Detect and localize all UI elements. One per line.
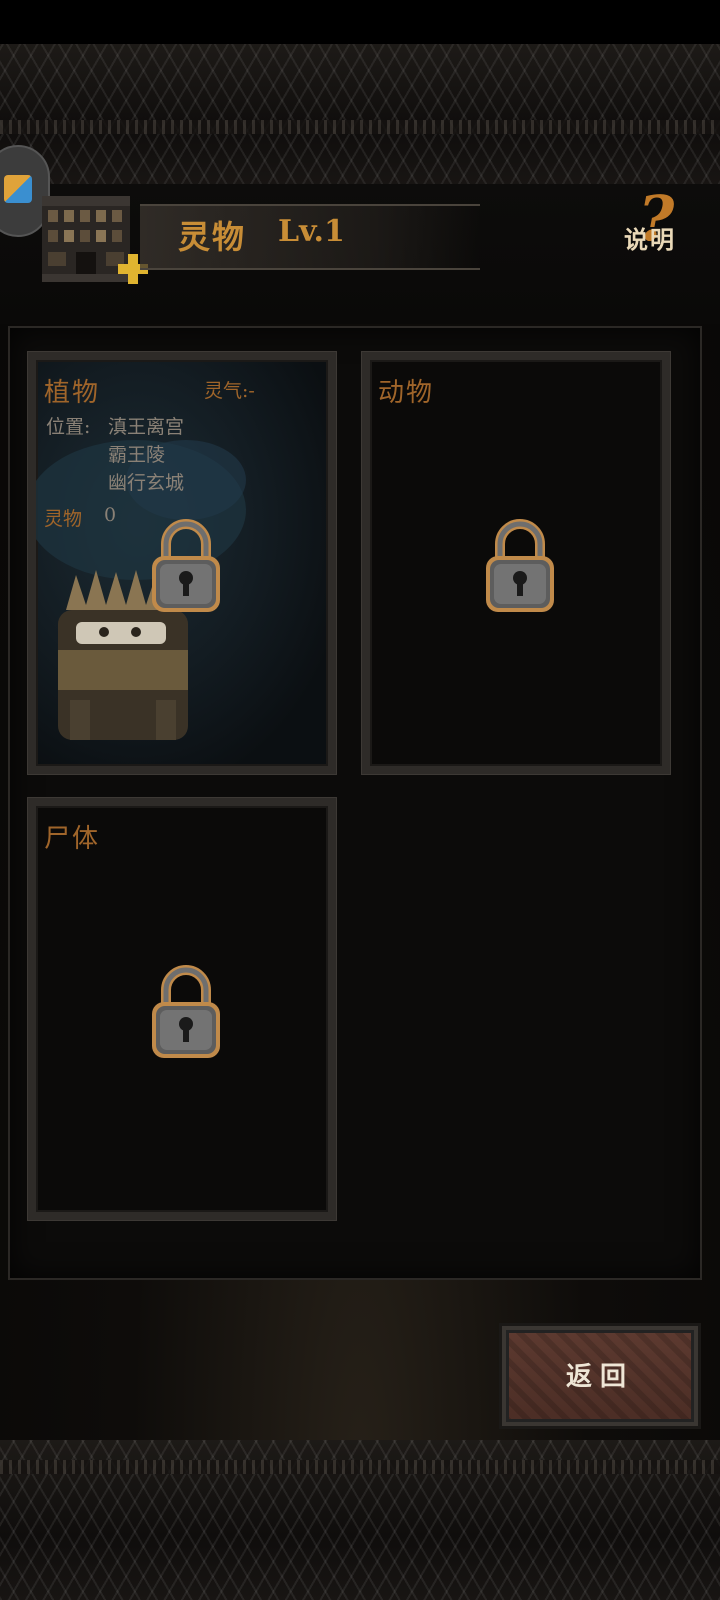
back-button-label: 返回 [565, 1362, 634, 1392]
plant-count-label: 灵物 [44, 508, 83, 530]
assistant-icon [4, 175, 32, 203]
animal-card[interactable]: 动物 [362, 352, 670, 774]
decorative-stripe [0, 1460, 720, 1474]
lock-icon [486, 519, 554, 612]
decorative-stripe [0, 120, 720, 134]
plant-card-title: 植物 [44, 378, 101, 408]
level-indicator: Lv.1 [278, 214, 345, 249]
plant-location-item: 幽行玄城 [108, 472, 185, 494]
screen: 灵物 Lv.1 ? 说明 植物 灵气:- 位置: 滇王离宫 霸王陵 幽行玄城 灵… [0, 0, 720, 1600]
plant-location-item: 霸王陵 [108, 444, 166, 466]
animal-card-title: 动物 [378, 378, 435, 408]
plant-card[interactable]: 植物 灵气:- 位置: 滇王离宫 霸王陵 幽行玄城 灵物 0 [28, 352, 336, 774]
plant-aura-value: 灵气:- [204, 380, 255, 402]
plant-location-label: 位置: [46, 416, 91, 438]
decorative-bottom-band [0, 1440, 720, 1600]
page-title: 灵物 [178, 218, 247, 256]
help-button[interactable]: 说明 [624, 220, 676, 255]
lock-icon [152, 519, 220, 612]
plant-location-item: 滇王离宫 [108, 416, 185, 438]
back-button[interactable]: 返回 [502, 1326, 698, 1426]
corpse-card-title: 尸体 [44, 824, 101, 854]
decorative-top-band [0, 44, 720, 184]
status-bar [0, 0, 720, 44]
lock-icon [152, 965, 220, 1058]
plant-count-value: 0 [104, 504, 117, 526]
corpse-card[interactable]: 尸体 [28, 798, 336, 1220]
